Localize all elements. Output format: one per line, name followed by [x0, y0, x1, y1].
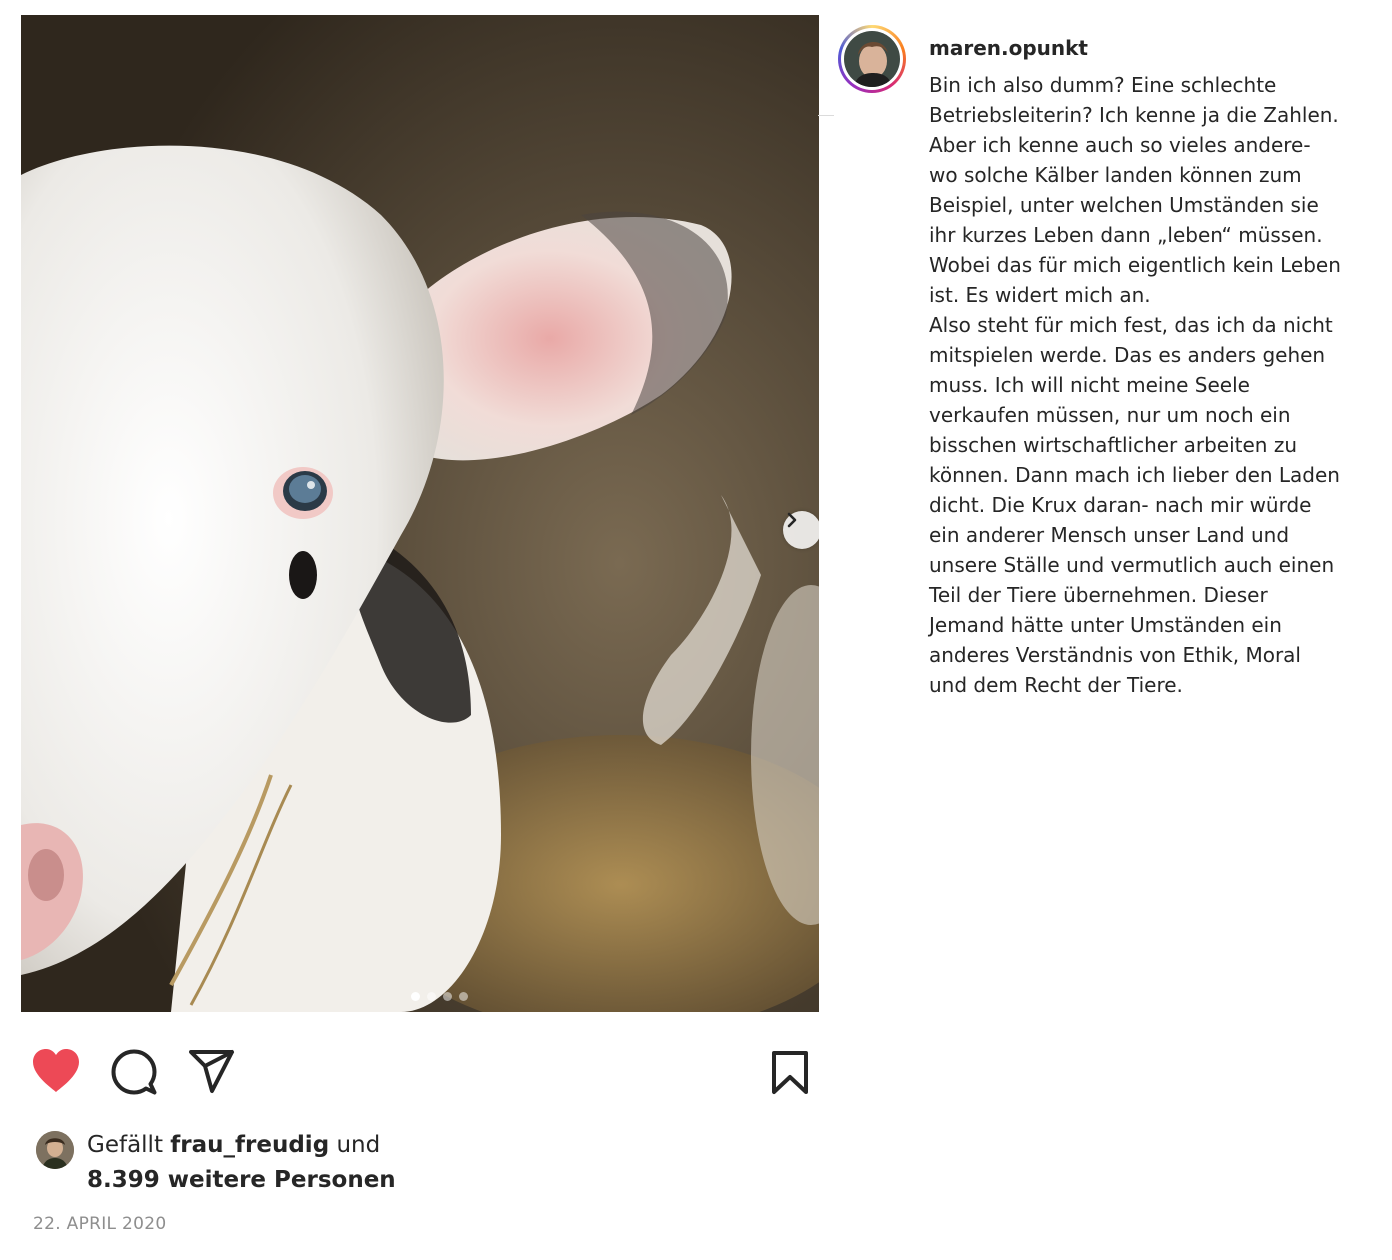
caption-line: mitspielen werde. Das es anders gehen: [929, 343, 1326, 367]
caption-line: Beispiel, unter welchen Umständen sie: [929, 193, 1319, 217]
caption-line: bisschen wirtschaftlicher arbeiten zu: [929, 433, 1298, 457]
comment-bubble-icon: [111, 1049, 157, 1095]
carousel-dot: [459, 992, 468, 1001]
carousel-dot: [443, 992, 452, 1001]
caption-line: Aber ich kenne auch so vieles andere-: [929, 133, 1311, 157]
carousel-dot: [427, 992, 436, 1001]
post-date[interactable]: 22. APRIL 2020: [33, 1214, 167, 1234]
post-photo[interactable]: [21, 15, 819, 1012]
caption-line: Jemand hätte unter Umständen ein: [929, 613, 1282, 637]
likes-prefix: Gefällt: [87, 1132, 163, 1158]
calf-photo-illustration: [21, 15, 819, 1012]
likes-count-link[interactable]: 8.399 weitere Personen: [87, 1167, 396, 1193]
caption-line: Bin ich also dumm? Eine schlechte: [929, 73, 1277, 97]
caption-line: verkaufen müssen, nur um noch ein: [929, 403, 1291, 427]
paper-plane-icon: [189, 1050, 234, 1093]
carousel-dot: [411, 992, 420, 1001]
caption-line: Teil der Tiere übernehmen. Dieser: [929, 583, 1268, 607]
caption-line: Betriebsleiterin? Ich kenne ja die Zahle…: [929, 103, 1339, 127]
bookmark-icon: [772, 1051, 808, 1094]
liker-username-link[interactable]: frau_freudig: [170, 1132, 329, 1158]
comment-button[interactable]: [110, 1048, 158, 1100]
caption-line: können. Dann mach ich lieber den Laden: [929, 463, 1340, 487]
carousel-next-button[interactable]: [783, 511, 819, 549]
chevron-right-icon: [787, 512, 797, 528]
username-link[interactable]: maren.opunkt: [929, 36, 1088, 60]
save-button[interactable]: [770, 1050, 810, 1100]
caption-line: unsere Ställe und vermutlich auch einen: [929, 553, 1335, 577]
divider: [818, 115, 834, 116]
caption-line: wo solche Kälber landen können zum: [929, 163, 1302, 187]
avatar: [844, 31, 900, 87]
caption-line: ist. Es widert mich an.: [929, 283, 1151, 307]
caption-line: dicht. Die Krux daran- nach mir würde: [929, 493, 1312, 517]
carousel-indicator: [411, 992, 468, 1001]
caption-line: Also steht für mich fest, das ich da nic…: [929, 313, 1333, 337]
likes-summary: Gefällt frau_freudig und 8.399 weitere P…: [87, 1128, 396, 1198]
post-caption: Bin ich also dumm? Eine schlechte Betrie…: [929, 70, 1369, 700]
share-button[interactable]: [188, 1049, 236, 1099]
caption-line: Wobei das für mich eigentlich kein Leben: [929, 253, 1341, 277]
liker-avatar[interactable]: [36, 1131, 74, 1169]
heart-icon: [33, 1049, 79, 1092]
likes-connector: und: [336, 1132, 381, 1158]
caption-line: ein anderer Mensch unser Land und: [929, 523, 1290, 547]
caption-line: muss. Ich will nicht meine Seele: [929, 373, 1250, 397]
profile-avatar[interactable]: [838, 25, 906, 93]
caption-line: und dem Recht der Tiere.: [929, 673, 1183, 697]
caption-line: ihr kurzes Leben dann „leben“ müssen.: [929, 223, 1323, 247]
caption-line: anderes Verständnis von Ethik, Moral: [929, 643, 1301, 667]
like-button[interactable]: [31, 1048, 81, 1098]
